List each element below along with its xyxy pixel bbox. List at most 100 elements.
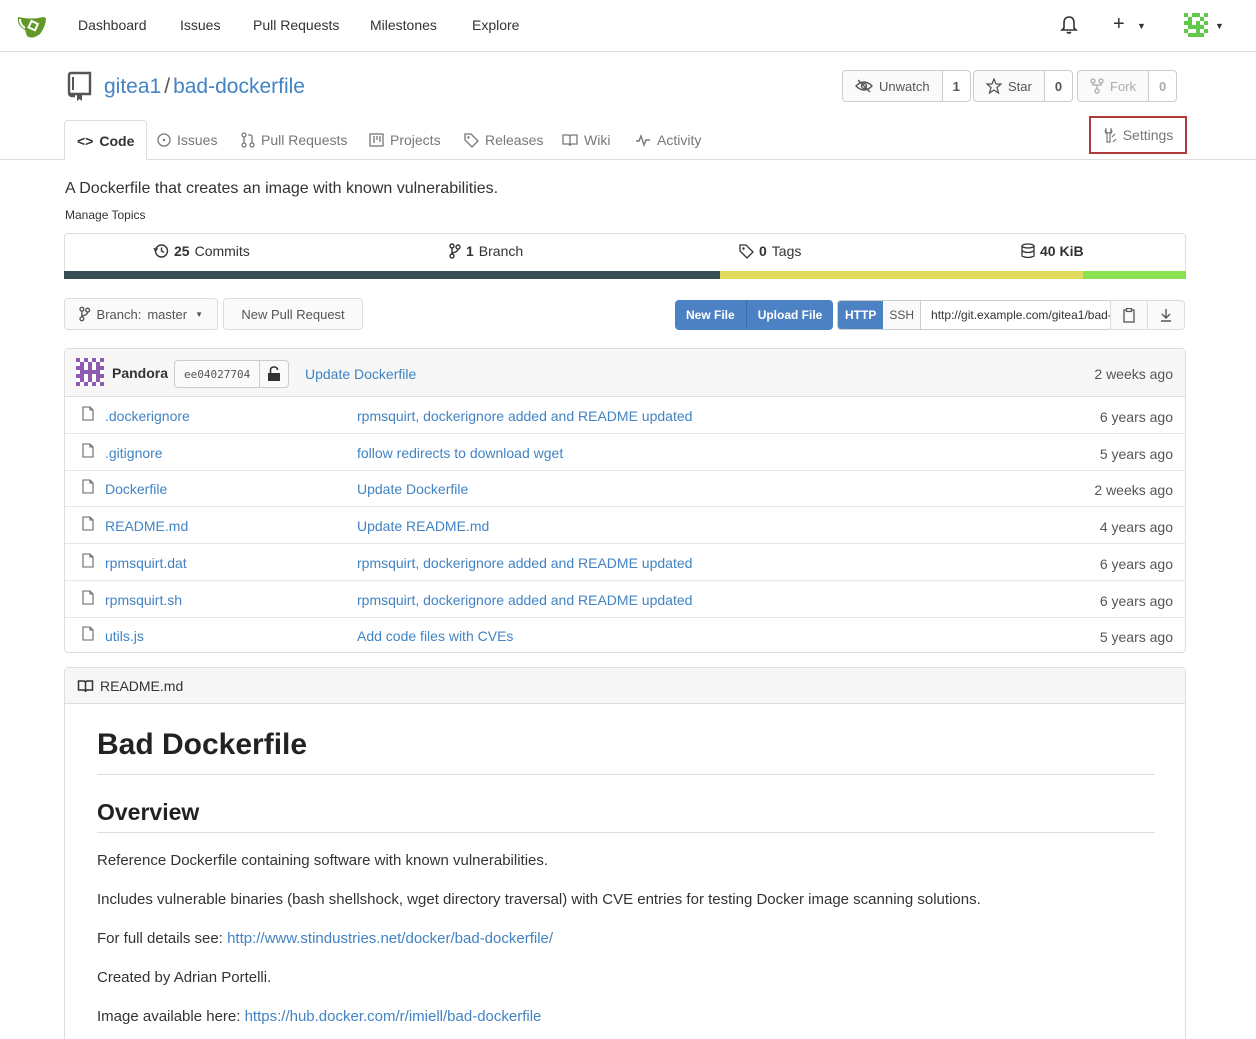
readme-paragraph: Reference Dockerfile containing software… xyxy=(97,852,549,869)
project-icon xyxy=(369,133,384,147)
commit-author[interactable]: Pandora xyxy=(112,365,168,381)
download-button[interactable] xyxy=(1147,300,1185,330)
chevron-down-icon: ▼ xyxy=(195,309,203,319)
repo-name-link[interactable]: bad-dockerfile xyxy=(173,75,305,98)
issue-icon xyxy=(157,133,171,147)
http-clone-button[interactable]: HTTP xyxy=(838,301,884,329)
file-name-link[interactable]: rpmsquirt.sh xyxy=(105,592,182,608)
commit-sha[interactable]: ee04027704 xyxy=(175,361,259,387)
file-commit-time: 6 years ago xyxy=(1099,592,1173,609)
tab-code-label: Code xyxy=(99,132,135,149)
nav-dashboard[interactable]: Dashboard xyxy=(78,17,147,33)
nav-milestones[interactable]: Milestones xyxy=(370,17,437,33)
gitea-logo-icon[interactable] xyxy=(16,12,48,40)
file-commit-message-link[interactable]: rpmsquirt, dockerignore added and README… xyxy=(357,408,692,424)
tag-icon xyxy=(739,243,754,259)
file-commit-message-link[interactable]: Update Dockerfile xyxy=(357,481,468,497)
nav-pull-requests[interactable]: Pull Requests xyxy=(253,17,339,33)
file-list: Pandora ee04027704 Update Dockerfile 2 w… xyxy=(64,348,1186,653)
branch-dropdown[interactable]: Branch: master ▼ xyxy=(64,298,218,330)
book-icon xyxy=(562,134,578,147)
commit-sha-label: ee04027704 xyxy=(174,360,290,388)
file-name-link[interactable]: .dockerignore xyxy=(105,408,190,424)
star-count[interactable]: 0 xyxy=(1044,71,1073,101)
table-row: README.md Update README.md 4 years ago xyxy=(65,507,1185,545)
star-icon xyxy=(986,78,1002,94)
repo-owner-link[interactable]: gitea1 xyxy=(104,75,161,98)
download-icon xyxy=(1161,309,1171,322)
readme-paragraph: Includes vulnerable binaries (bash shell… xyxy=(97,891,981,908)
language-stats-bar[interactable] xyxy=(64,271,1186,279)
file-icon xyxy=(82,443,94,458)
language-bar-segment[interactable] xyxy=(720,271,1083,279)
tab-settings-label: Settings xyxy=(1122,127,1174,143)
branches-stat[interactable]: 1 Branch xyxy=(449,243,523,259)
top-navbar: Dashboard Issues Pull Requests Milestone… xyxy=(0,0,1256,52)
repo-title: gitea1/bad-dockerfile xyxy=(104,75,305,99)
copy-url-button[interactable] xyxy=(1110,300,1148,330)
file-icon xyxy=(82,626,94,641)
file-commit-message-link[interactable]: rpmsquirt, dockerignore added and README… xyxy=(357,555,692,571)
readme-docker-hub-link[interactable]: https://hub.docker.com/r/imiell/bad-dock… xyxy=(245,1008,542,1025)
tab-issues[interactable]: Issues xyxy=(157,120,217,160)
table-row: Dockerfile Update Dockerfile 2 weeks ago xyxy=(65,470,1185,508)
pull-request-icon xyxy=(241,132,255,148)
tab-projects[interactable]: Projects xyxy=(369,120,441,160)
tools-icon xyxy=(1104,127,1117,143)
create-new-button[interactable]: + xyxy=(1113,13,1125,36)
tab-projects-label: Projects xyxy=(390,132,441,148)
nav-issues[interactable]: Issues xyxy=(180,17,220,33)
readme-paragraph: Created by Adrian Portelli. xyxy=(97,969,272,986)
file-icon xyxy=(82,516,94,531)
commits-label: Commits xyxy=(194,243,250,259)
tab-releases-label: Releases xyxy=(485,132,544,148)
file-name-link[interactable]: rpmsquirt.dat xyxy=(105,555,187,571)
readme-text: Image available here: xyxy=(97,1008,245,1025)
watch-count[interactable]: 1 xyxy=(942,71,970,101)
readme-details-link[interactable]: http://www.stindustries.net/docker/bad-d… xyxy=(227,930,553,947)
readme-content: Bad Dockerfile Overview Reference Docker… xyxy=(97,728,1155,1039)
file-commit-message-link[interactable]: rpmsquirt, dockerignore added and README… xyxy=(357,592,692,608)
upload-file-button[interactable]: Upload File xyxy=(745,300,834,330)
commits-count: 25 xyxy=(174,243,190,259)
unwatch-button[interactable]: Unwatch xyxy=(843,71,943,101)
fork-count[interactable]: 0 xyxy=(1149,71,1177,101)
file-name-link[interactable]: utils.js xyxy=(105,628,144,644)
repo-size: 40 KiB xyxy=(1040,243,1084,259)
tab-wiki[interactable]: Wiki xyxy=(562,120,610,160)
commits-stat[interactable]: 25 Commits xyxy=(153,243,250,259)
readme-panel: README.md Bad Dockerfile Overview Refere… xyxy=(64,667,1186,1039)
tab-releases[interactable]: Releases xyxy=(464,120,543,160)
star-button[interactable]: Star xyxy=(974,71,1045,101)
tab-settings[interactable]: Settings xyxy=(1089,116,1187,154)
new-file-button[interactable]: New File xyxy=(675,300,746,330)
repo-icon xyxy=(67,71,92,101)
file-commit-message-link[interactable]: follow redirects to download wget xyxy=(357,445,563,461)
file-commit-message-link[interactable]: Add code files with CVEs xyxy=(357,628,513,644)
file-name-link[interactable]: Dockerfile xyxy=(105,481,167,497)
nav-explore[interactable]: Explore xyxy=(472,17,519,33)
database-icon xyxy=(1021,243,1035,259)
ssh-clone-button[interactable]: SSH xyxy=(883,301,922,329)
readme-heading-overview: Overview xyxy=(97,799,1155,833)
bell-icon[interactable] xyxy=(1060,15,1078,35)
avatar[interactable] xyxy=(76,358,104,386)
readme-paragraph: For full details see: http://www.stindus… xyxy=(97,929,1155,948)
manage-topics-link[interactable]: Manage Topics xyxy=(65,208,146,222)
new-pull-request-button[interactable]: New Pull Request xyxy=(223,298,363,330)
tab-pull-requests[interactable]: Pull Requests xyxy=(241,120,347,160)
fork-button[interactable]: Fork xyxy=(1078,71,1149,101)
commit-message-link[interactable]: Update Dockerfile xyxy=(305,366,416,382)
file-name-link[interactable]: .gitignore xyxy=(105,445,163,461)
tags-stat[interactable]: 0 Tags xyxy=(739,243,801,259)
language-bar-segment[interactable] xyxy=(64,271,721,279)
tab-activity[interactable]: Activity xyxy=(635,120,701,160)
tab-code[interactable]: <> Code xyxy=(64,120,148,161)
branch-count: 1 xyxy=(466,243,474,259)
readme-text: For full details see: xyxy=(97,930,228,947)
file-commit-message-link[interactable]: Update README.md xyxy=(357,518,489,534)
language-bar-segment[interactable] xyxy=(1082,271,1186,279)
file-name-link[interactable]: README.md xyxy=(105,518,188,534)
user-avatar[interactable] xyxy=(1184,13,1208,37)
clone-url-input[interactable]: http://git.example.com/gitea1/bad-docker… xyxy=(921,301,1112,329)
